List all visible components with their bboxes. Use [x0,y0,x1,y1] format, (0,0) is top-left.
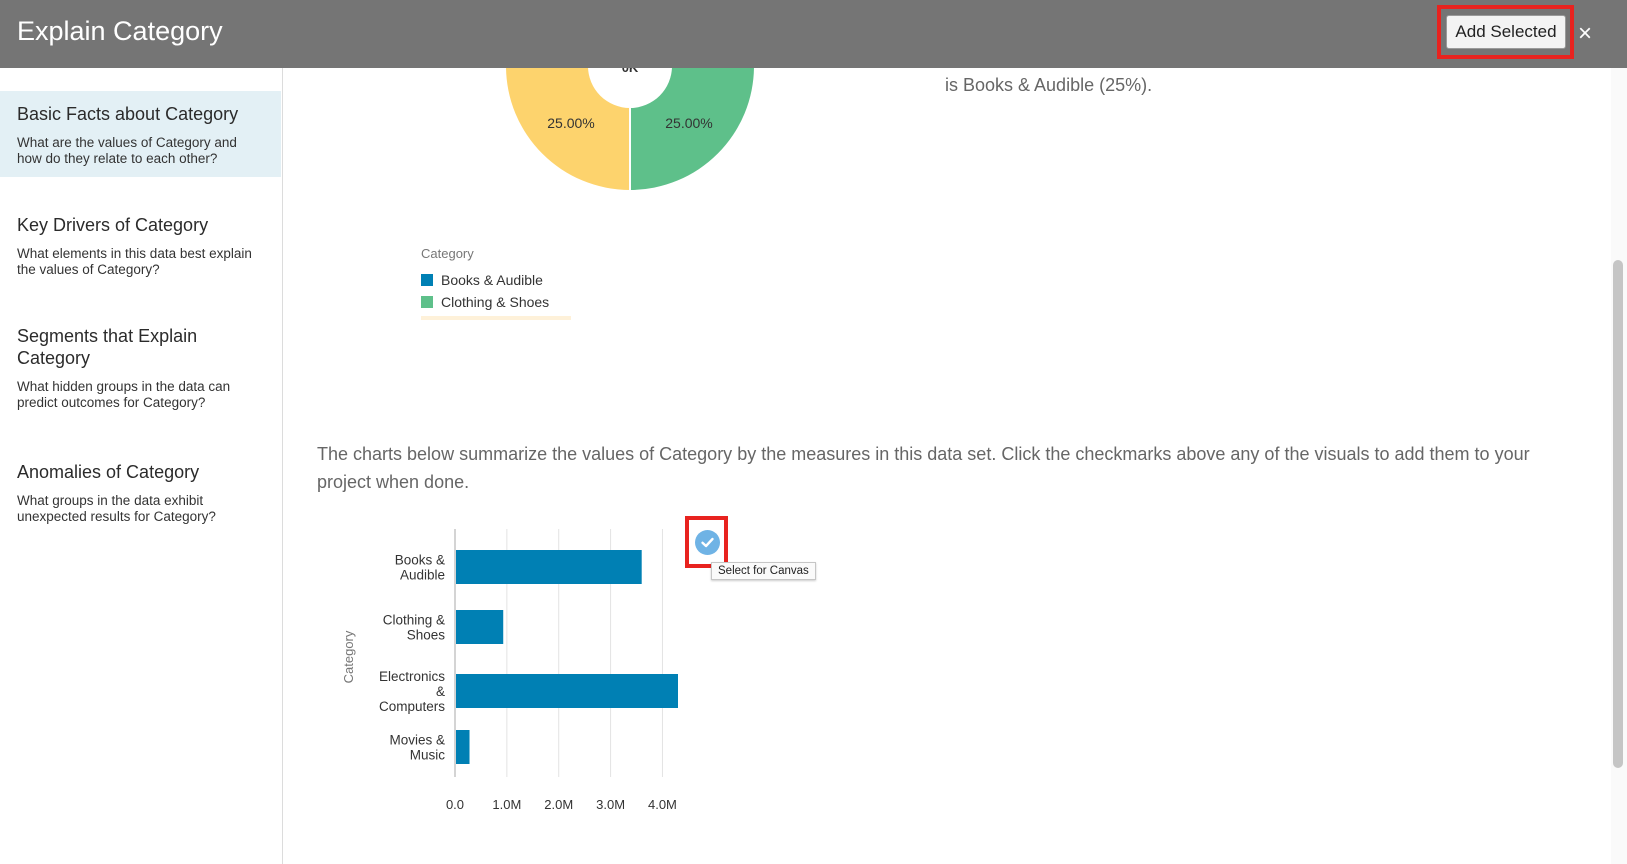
bar[interactable] [456,550,642,584]
category-label: Electronics & Computers [379,669,445,714]
legend-swatch [421,274,433,286]
sidebar-item-title: Anomalies of Category [17,462,200,482]
legend-swatch [421,296,433,308]
x-tick-label: 0.0 [446,797,464,812]
legend-overflow-fade [421,316,571,320]
scrollbar-thumb[interactable] [1613,260,1623,768]
legend-item[interactable]: Books & Audible [421,272,543,288]
pie-summary: is Books & Audible (25%). [945,68,1545,108]
x-tick-label: 2.0M [544,797,573,812]
dialog-title: Explain Category [17,16,223,46]
sidebar-item-segments[interactable]: Segments that Explain Category What hidd… [0,325,281,435]
select-for-canvas-button[interactable] [695,530,720,555]
select-tooltip: Select for Canvas [711,562,816,580]
category-label: Clothing & Shoes [383,613,446,643]
legend-title: Category [421,246,474,261]
checkmark-icon [701,537,714,548]
add-selected-highlight: Add Selected [1437,5,1574,59]
x-tick-label: 1.0M [492,797,521,812]
close-icon[interactable]: × [1578,22,1592,46]
bar[interactable] [456,674,678,708]
pie-slice-label: 25.00% [547,115,594,131]
category-label: Movies & Music [389,733,445,763]
select-highlight [685,516,728,568]
pie-center-label: 0K [622,68,639,75]
bar[interactable] [456,730,470,764]
y-axis-label: Category [341,630,356,683]
sidebar-item-key-drivers[interactable]: Key Drivers of Category What elements in… [0,214,281,294]
pie-slice-label: 25.00% [665,115,712,131]
legend-label: Books & Audible [441,272,543,288]
legend-label: Clothing & Shoes [441,294,550,310]
category-label: Books & Audible [395,553,445,583]
section-description: The charts below summarize the values of… [317,444,1530,492]
dialog-header: Explain Category Add Selected × [0,0,1627,68]
x-tick-label: 4.0M [648,797,677,812]
sidebar-item-desc: What elements in this data best explain … [17,246,252,277]
legend-item[interactable]: Clothing & Shoes [421,294,549,310]
bar-chart: 0.0 1.0M 2.0M 3.0M 4.0M Books & Audible Clothin… [341,529,678,812]
pie-summary-text: is Books & Audible (25%). [945,75,1153,95]
sidebar-item-desc: What groups in the data exhibit unexpect… [17,493,216,524]
bar[interactable] [456,610,504,644]
sidebar-item-title: Key Drivers of Category [17,215,209,235]
sidebar-item-desc: What hidden groups in the data can predi… [17,379,231,410]
add-selected-button[interactable]: Add Selected [1446,15,1566,49]
sidebar-item-anomalies[interactable]: Anomalies of Category What groups in the… [0,461,281,541]
x-tick-label: 3.0M [596,797,625,812]
sidebar-item-title: Segments that Explain Category [17,326,198,368]
